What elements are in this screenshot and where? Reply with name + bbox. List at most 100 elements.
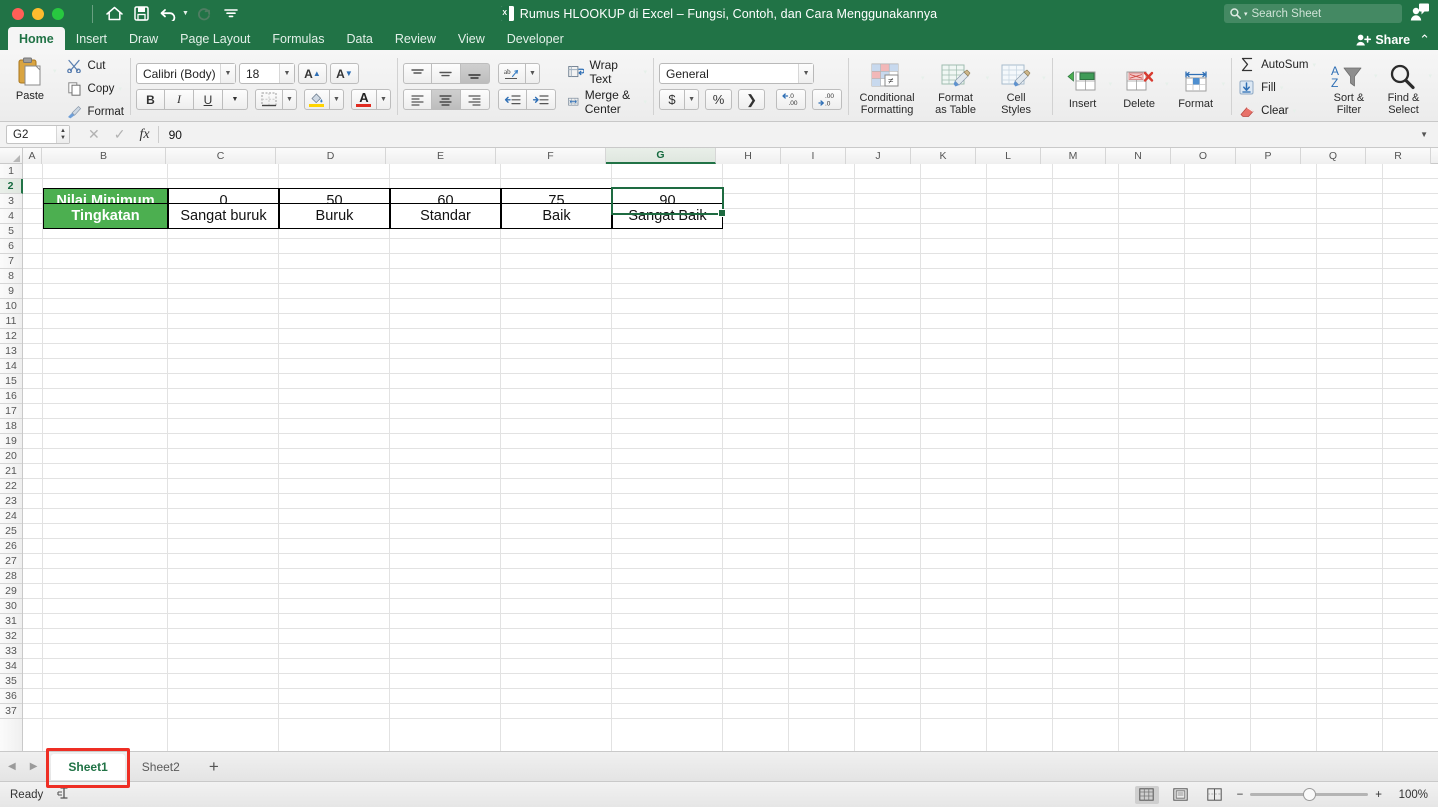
cell-styles-dropdown-icon[interactable]: ▾ xyxy=(1042,74,1046,82)
borders-control[interactable]: ▼ xyxy=(254,89,297,110)
column-header-h[interactable]: H xyxy=(716,148,781,164)
fill-dropdown-icon[interactable]: ▾ xyxy=(1280,84,1284,92)
borders-dropdown-icon[interactable]: ▼ xyxy=(282,89,297,110)
tab-review[interactable]: Review xyxy=(384,27,447,50)
row-header-1[interactable]: 1 xyxy=(0,164,22,179)
insert-cells-button[interactable]: Insert xyxy=(1058,68,1108,110)
formula-bar-buttons[interactable]: ✕ ✓ fx xyxy=(88,126,150,143)
format-painter-button[interactable]: Format xyxy=(66,102,124,122)
indent-buttons[interactable] xyxy=(497,89,556,110)
tab-formulas[interactable]: Formulas xyxy=(261,27,335,50)
currency-dropdown-icon[interactable]: ▼ xyxy=(685,89,700,110)
column-header-r[interactable]: R xyxy=(1366,148,1431,164)
undo-icon[interactable] xyxy=(156,3,180,25)
align-right-button[interactable] xyxy=(460,89,490,110)
normal-view-icon[interactable] xyxy=(1134,785,1159,804)
table-header-cell[interactable]: Tingkatan xyxy=(43,203,168,229)
close-window-button[interactable] xyxy=(12,7,24,20)
underline-button[interactable]: U xyxy=(193,89,223,110)
column-header-e[interactable]: E xyxy=(386,148,496,164)
column-header-i[interactable]: I xyxy=(781,148,846,164)
select-all-button[interactable] xyxy=(0,148,23,164)
collapse-ribbon-icon[interactable]: ⌃ xyxy=(1419,32,1430,48)
format-as-table-dropdown-icon[interactable]: ▾ xyxy=(986,74,990,82)
zoom-in-button[interactable]: + xyxy=(1375,789,1382,801)
row-header-11[interactable]: 11 xyxy=(0,314,22,329)
column-header-g[interactable]: G xyxy=(606,148,716,164)
table-cell-f3[interactable]: Baik xyxy=(501,203,612,229)
page-layout-view-icon[interactable] xyxy=(1169,786,1193,804)
column-header-d[interactable]: D xyxy=(276,148,386,164)
tab-home[interactable]: Home xyxy=(8,27,65,50)
row-header-19[interactable]: 19 xyxy=(0,434,22,449)
row-header-25[interactable]: 25 xyxy=(0,524,22,539)
row-header-26[interactable]: 26 xyxy=(0,539,22,554)
fill-color-button[interactable] xyxy=(303,89,330,110)
undo-dropdown-icon[interactable]: ▼ xyxy=(182,10,189,17)
bold-button[interactable]: B xyxy=(135,89,165,110)
increase-decimal-button[interactable]: .0.00 xyxy=(776,89,807,110)
row-header-13[interactable]: 13 xyxy=(0,344,22,359)
underline-dropdown-icon[interactable]: ▼ xyxy=(222,89,248,110)
row-header-24[interactable]: 24 xyxy=(0,509,22,524)
fill-color-control[interactable]: ▼ xyxy=(303,89,344,110)
home-icon[interactable] xyxy=(102,3,126,25)
font-size-select[interactable]: 18 ▼ xyxy=(238,63,295,84)
table-cell-g3[interactable]: Sangat Baik xyxy=(612,203,723,229)
row-header-2[interactable]: 2 xyxy=(0,179,23,194)
confirm-entry-icon[interactable]: ✓ xyxy=(114,126,126,143)
redo-icon[interactable] xyxy=(192,3,216,25)
decrease-font-size-button[interactable]: A ▼ xyxy=(329,63,359,84)
delete-cells-dropdown-icon[interactable]: ▾ xyxy=(1165,80,1169,88)
row-header-29[interactable]: 29 xyxy=(0,584,22,599)
name-box[interactable]: G2 ▲ ▼ xyxy=(6,125,70,144)
row-header-6[interactable]: 6 xyxy=(0,239,22,254)
name-box-spinner[interactable]: ▲ ▼ xyxy=(56,126,69,143)
orientation-control[interactable]: ab ▼ xyxy=(497,63,540,84)
row-header-27[interactable]: 27 xyxy=(0,554,22,569)
minimize-window-button[interactable] xyxy=(32,7,44,20)
vertical-align-buttons[interactable] xyxy=(402,63,490,84)
horizontal-align-buttons[interactable] xyxy=(402,89,490,110)
align-top-button[interactable] xyxy=(402,63,432,84)
column-header-p[interactable]: P xyxy=(1236,148,1301,164)
number-format-select[interactable]: General ▼ xyxy=(659,63,815,84)
row-header-23[interactable]: 23 xyxy=(0,494,22,509)
column-header-l[interactable]: L xyxy=(976,148,1041,164)
merge-center-dropdown-icon[interactable]: ▾ xyxy=(644,98,648,106)
column-header-o[interactable]: O xyxy=(1171,148,1236,164)
maximize-window-button[interactable] xyxy=(52,7,64,20)
chevron-down-icon[interactable]: ▼ xyxy=(219,64,235,83)
delete-cells-button[interactable]: Delete xyxy=(1114,68,1164,110)
row-header-21[interactable]: 21 xyxy=(0,464,22,479)
decrease-indent-button[interactable] xyxy=(497,89,527,110)
row-header-10[interactable]: 10 xyxy=(0,299,22,314)
row-header-18[interactable]: 18 xyxy=(0,419,22,434)
row-header-16[interactable]: 16 xyxy=(0,389,22,404)
window-controls[interactable] xyxy=(8,7,64,20)
format-as-table-button[interactable]: Format as Table xyxy=(927,62,985,116)
find-select-dropdown-icon[interactable]: ▾ xyxy=(1428,72,1432,80)
font-color-button[interactable]: A xyxy=(350,89,377,110)
cut-button[interactable]: Cut xyxy=(66,56,124,76)
wrap-text-dropdown-icon[interactable]: ▾ xyxy=(644,68,648,76)
insert-function-icon[interactable]: fx xyxy=(139,127,149,143)
text-orientation-button[interactable]: ab xyxy=(497,63,526,84)
row-header-17[interactable]: 17 xyxy=(0,404,22,419)
percent-format-button[interactable]: % xyxy=(705,89,733,110)
row-header-14[interactable]: 14 xyxy=(0,359,22,374)
row-header-36[interactable]: 36 xyxy=(0,689,22,704)
table-cell-d3[interactable]: Buruk xyxy=(279,203,390,229)
collaborators-icon[interactable] xyxy=(1410,3,1430,24)
tab-draw[interactable]: Draw xyxy=(118,27,169,50)
status-bar-right[interactable]: − + 100% xyxy=(1134,785,1428,804)
column-header-q[interactable]: Q xyxy=(1301,148,1366,164)
zoom-slider[interactable]: − + xyxy=(1237,788,1382,801)
customize-toolbar-icon[interactable] xyxy=(219,3,243,25)
row-header-9[interactable]: 9 xyxy=(0,284,22,299)
row-header-4[interactable]: 4 xyxy=(0,209,22,224)
share-area[interactable]: Share ⌃ xyxy=(1356,32,1430,48)
fill-color-dropdown-icon[interactable]: ▼ xyxy=(329,89,344,110)
search-input[interactable]: ▾ Search Sheet xyxy=(1224,4,1402,23)
tab-developer[interactable]: Developer xyxy=(496,27,575,50)
